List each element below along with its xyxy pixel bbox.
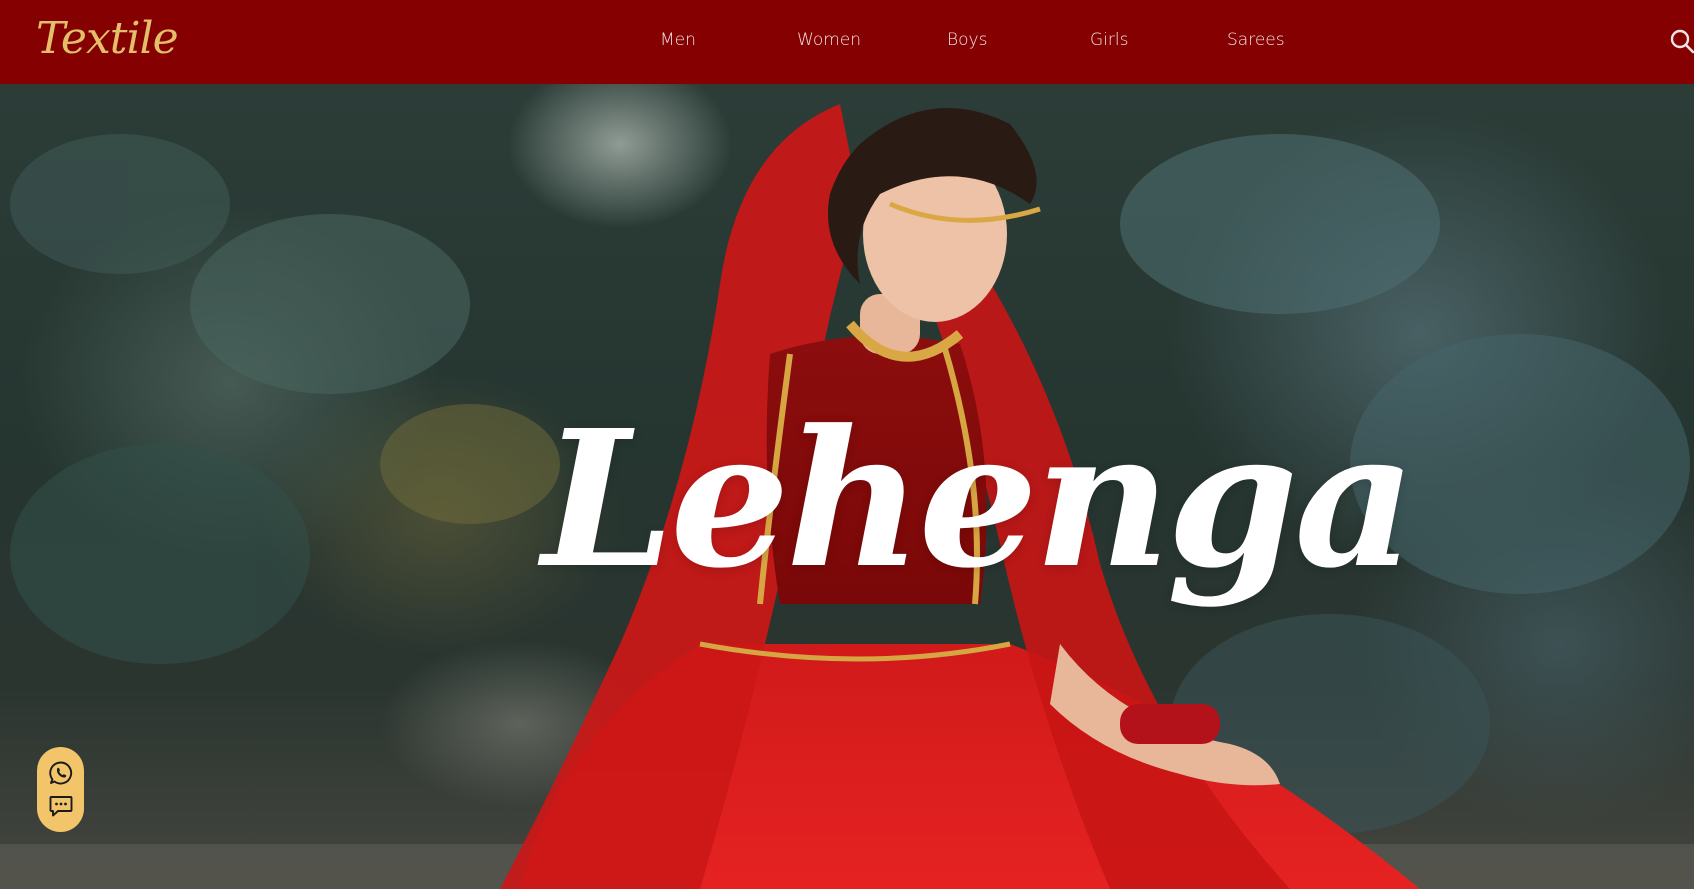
hero-title: Lehenga [542,389,1416,610]
floating-contact-widget [37,747,84,832]
whatsapp-icon[interactable] [48,760,74,786]
nav-link-girls[interactable]: Girls [1090,28,1128,52]
nav-link-boys[interactable]: Boys [947,28,987,52]
chat-icon[interactable] [48,793,74,819]
site-logo[interactable]: Textile [36,12,179,66]
nav-link-men[interactable]: Men [660,28,696,52]
nav-link-sarees[interactable]: Sarees [1227,28,1285,52]
hero-banner: Lehenga [0,84,1694,889]
search-icon[interactable] [1670,28,1694,54]
top-navigation-bar: Textile Men Women Boys Girls Sarees [0,0,1694,84]
nav-link-women[interactable]: Women [797,28,861,52]
